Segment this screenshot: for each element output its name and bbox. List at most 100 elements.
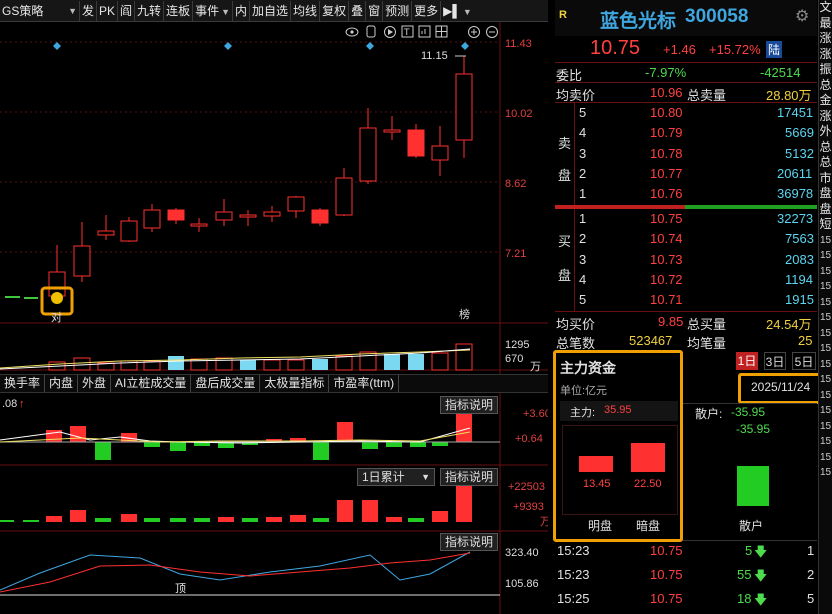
chevron-down-icon: ▼ <box>462 6 472 17</box>
avg-sell-price: 10.96 <box>650 85 683 100</box>
tick-row[interactable]: 15:25 10.75 18 🡇 5 <box>555 589 817 609</box>
chart-toolbar: GS策略 ▼ 发 PK 阎 九转 连板 事件 ▼ 内 加自选 均线 复权 叠 窗 预… <box>0 0 548 22</box>
avg-lot-label: 均笔量 <box>687 336 727 351</box>
indicator2-unit-label: 万 <box>540 516 548 528</box>
side-field-strip[interactable]: 文最涨涨振总金涨外总总市盘盘短 15 15 15 15 15 15 15 15 15 15 15 15 1… <box>818 0 832 614</box>
play-icon[interactable] <box>384 26 396 38</box>
tab-inner-volume[interactable]: 内盘 <box>45 375 79 392</box>
toolbar-item-window[interactable]: 窗 <box>366 0 384 21</box>
stock-name: 蓝色光标 <box>600 11 677 32</box>
volume-bars <box>0 343 473 371</box>
toolbar-item-fa[interactable]: 发 <box>80 0 98 21</box>
toolbar-item-adjust[interactable]: 复权 <box>320 0 350 21</box>
sell-level-row[interactable]: 1 10.76 36978 <box>555 184 817 204</box>
price-axis-label: 8.62 <box>505 178 526 190</box>
strategy-label: GS策略 <box>2 3 44 18</box>
tab-5day[interactable]: 5日 <box>792 352 816 370</box>
main-force-popup[interactable]: 主力资金 单位:亿元 主力: 35.95 13.45 22.50 明盘 暗盘 <box>553 350 683 542</box>
accumulate-select[interactable]: 1日累计 ▼ <box>357 468 435 486</box>
sell-level-row[interactable]: 4 10.79 5669 <box>555 123 817 143</box>
buy-level-row[interactable]: 3 10.73 2083 <box>555 250 817 270</box>
trade-count-row: 总笔数 523467 均笔量 25 <box>555 331 817 351</box>
rank-label[interactable]: 榜 <box>459 307 470 321</box>
volume-axis-label: 1295 <box>505 339 529 351</box>
buy-level-row[interactable]: 1 10.75 32273 <box>555 209 817 229</box>
tab-turnover[interactable]: 换手率 <box>0 375 46 392</box>
tick-row[interactable]: 15:23 10.75 5 🡇 1 <box>555 541 817 561</box>
sell-level-row[interactable]: 3 10.78 5132 <box>555 144 817 164</box>
avg-lot-value: 25 <box>798 333 813 348</box>
svg-text:T: T <box>403 28 410 38</box>
toolbar-item-nei[interactable]: 内 <box>233 0 251 21</box>
tab-ai-volume[interactable]: AI立桩成交量 <box>111 375 192 392</box>
retail-bar-label: 散户 <box>739 519 764 533</box>
toolbar-item-overlay[interactable]: 叠 <box>349 0 367 21</box>
current-price: 10.75 <box>590 37 641 59</box>
buy-level-row[interactable]: 4 10.72 1194 <box>555 270 817 290</box>
toolbar-item-lianban[interactable]: 连板 <box>164 0 194 21</box>
toolbar-item-ma[interactable]: 均线 <box>291 0 321 21</box>
indicator-explain-button[interactable]: 指标说明 <box>440 396 499 414</box>
indicator3-axis-label: 105.86 <box>505 578 539 590</box>
arrow-down-icon: 🡇 <box>754 544 768 559</box>
fund-flow-date[interactable]: 2025/11/24 <box>751 380 810 394</box>
hand-icon[interactable] <box>366 25 376 38</box>
high-price-label: 11.15 <box>421 50 448 62</box>
avg-buy-row: 均买价 9.85 总买量 24.54万 <box>555 311 817 332</box>
toolbar-item-jiuzhuan[interactable]: 九转 <box>135 0 165 21</box>
sell-level-row[interactable]: 5 10.80 17451 <box>555 103 817 123</box>
events-label: 事件 <box>195 3 220 18</box>
toolbar-item-forecast[interactable]: 预测 <box>383 0 413 21</box>
stock-code: 300058 <box>685 6 749 27</box>
total-count-value: 523467 <box>629 333 673 348</box>
indicator1-axis-label: +0.64 <box>515 433 543 445</box>
toolbar-item-yan[interactable]: 阎 <box>118 0 136 21</box>
sell-level-row[interactable]: 2 10.77 20611 <box>555 164 817 184</box>
popup-unit: 单位:亿元 <box>560 385 608 397</box>
chevron-down-icon: ▼ <box>421 472 430 482</box>
tick-row[interactable]: 15:23 10.75 55 🡇 2 <box>555 565 817 585</box>
kline-chart[interactable]: T 11.15 11.43 10.02 8.62 7.21 对 榜 1295 6… <box>0 22 548 614</box>
market-tag[interactable]: 陆 <box>766 41 783 58</box>
buy-level-row[interactable]: 5 10.71 1915 <box>555 290 817 310</box>
avg-buy-price: 9.85 <box>658 314 684 329</box>
tab-1day[interactable]: 1日 <box>736 352 758 370</box>
indicator-explain-button[interactable]: 指标说明 <box>440 468 499 486</box>
signal-label: 对 <box>51 310 62 324</box>
grid-icon[interactable] <box>435 25 448 38</box>
strategy-select[interactable]: GS策略 ▼ <box>0 0 80 21</box>
tab-after-hours-volume[interactable]: 盘后成交量 <box>191 375 261 392</box>
indicator-explain-button[interactable]: 指标说明 <box>440 533 499 551</box>
eye-icon[interactable] <box>345 27 359 37</box>
tab-3day[interactable]: 3日 <box>764 352 786 370</box>
tab-taiji-volume[interactable]: 太极量指标 <box>260 375 330 392</box>
tick-list: 15:23 10.75 5 🡇 1 15:23 10.75 55 🡇 2 15:25 10.75 1… <box>555 540 817 614</box>
text-icon[interactable]: T <box>401 25 414 38</box>
toolbar-item-add-watchlist[interactable]: 加自选 <box>250 0 292 21</box>
bar-chart-icon[interactable] <box>418 25 431 38</box>
arrow-down-icon: 🡇 <box>754 592 768 607</box>
toolbar-item-pk[interactable]: PK <box>97 0 119 21</box>
chevron-down-icon: ▼ <box>68 5 77 16</box>
event-markers[interactable] <box>53 42 469 50</box>
an-label: 暗盘 <box>636 519 661 533</box>
indicator1-axis-label: +3.60 <box>523 408 548 420</box>
tab-pe-ttm[interactable]: 市盈率(ttm) <box>329 375 400 392</box>
toolbar-item-events[interactable]: 事件 ▼ <box>193 0 234 21</box>
an-bar <box>631 443 665 472</box>
main-force-value: 35.95 <box>604 404 632 416</box>
retail-label: 散户: <box>695 407 723 421</box>
avg-sell-row: 均卖价 10.96 总卖量 28.80万 <box>555 82 817 103</box>
ming-label: 明盘 <box>588 519 613 533</box>
price-axis-label: 7.21 <box>505 248 526 260</box>
toolbar-item-more[interactable]: 更多 <box>412 0 442 21</box>
tab-outer-volume[interactable]: 外盘 <box>78 375 112 392</box>
sell-book: 卖 盘 5 10.80 17451 4 10.79 5669 3 10.78 5132 21… <box>555 102 817 205</box>
gear-icon[interactable]: ⚙ <box>795 6 809 26</box>
expand-toolbar-button[interactable]: ▶▌ ▼ <box>441 1 474 21</box>
price-change-percent: +15.72% <box>709 42 761 57</box>
zoom-out-icon[interactable] <box>486 26 498 38</box>
retail-value: -35.95 <box>731 405 766 419</box>
buy-level-row[interactable]: 2 10.74 7563 <box>555 229 817 249</box>
zoom-in-icon[interactable] <box>468 26 480 38</box>
